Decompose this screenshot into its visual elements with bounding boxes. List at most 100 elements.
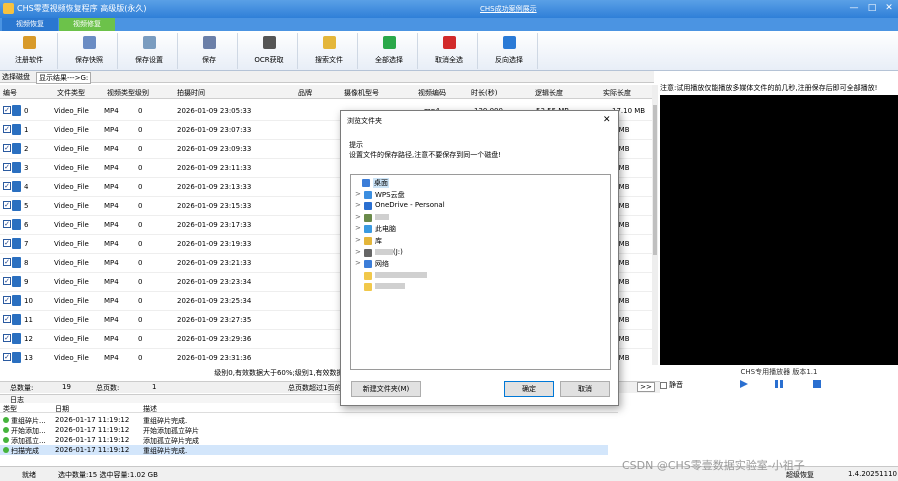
settings-save-icon: [143, 36, 156, 49]
video-file-icon: [12, 276, 21, 287]
next-page-button[interactable]: >>: [637, 382, 655, 392]
row-checkbox[interactable]: ✓: [3, 239, 11, 247]
log-row[interactable]: 开始添加... 2026-01-17 11:19:12 开始添加孤立碎片: [0, 425, 608, 435]
row-checkbox[interactable]: ✓: [3, 353, 11, 361]
cell-time: 2026-01-09 23:17:33: [177, 221, 252, 229]
row-checkbox[interactable]: ✓: [3, 163, 11, 171]
tree-node-label: [375, 282, 405, 290]
log-row[interactable]: 重组碎片... 2026-01-17 11:19:12 重组碎片完成.: [0, 415, 608, 425]
tree-node-label: (J:): [375, 248, 403, 256]
toolbar-button-label: 保存: [202, 56, 216, 64]
toolbar-button-8[interactable]: 反向选择: [480, 33, 538, 69]
info-icon: [3, 447, 9, 453]
tree-node-label: [375, 213, 389, 221]
stop-icon[interactable]: [813, 380, 821, 388]
cancel-button[interactable]: 取消: [560, 381, 610, 397]
cell-ftype: Video_File: [54, 259, 89, 267]
expand-arrow-icon[interactable]: >: [355, 190, 361, 198]
minimize-button[interactable]: —: [846, 1, 862, 15]
close-button[interactable]: ✕: [881, 1, 897, 15]
row-checkbox[interactable]: ✓: [3, 144, 11, 152]
app-icon: [3, 3, 14, 14]
expand-arrow-icon[interactable]: >: [355, 236, 361, 244]
cell-time: 2026-01-09 23:31:36: [177, 354, 252, 362]
play-icon[interactable]: [740, 380, 748, 388]
computer-icon: [364, 225, 372, 234]
tab-video-repair[interactable]: 视频修复: [59, 18, 115, 31]
tab-video-recovery[interactable]: 视频恢复: [2, 18, 58, 31]
cell-level: 0: [138, 240, 143, 248]
video-file-icon: [12, 238, 21, 249]
log-row[interactable]: 扫描完成 2026-01-17 11:19:12 重组碎片完成.: [0, 445, 608, 455]
table-header: 编号 文件类型 视频类型 级别 拍摄时间 品牌 摄像机型号 视频编码 时长(秒) 逻辑长度 实际长度: [0, 85, 654, 99]
toolbar-button-6[interactable]: 全部选择: [360, 33, 418, 69]
scrollbar-thumb[interactable]: [653, 105, 657, 255]
window-title: CHS零壹视频恢复程序 高级版(永久): [17, 4, 147, 13]
row-checkbox[interactable]: ✓: [3, 125, 11, 133]
row-checkbox[interactable]: ✓: [3, 258, 11, 266]
row-checkbox[interactable]: ✓: [3, 220, 11, 228]
toolbar-button-7[interactable]: 取消全选: [420, 33, 478, 69]
toolbar-button-5[interactable]: 搜索文件: [300, 33, 358, 69]
video-file-icon: [12, 219, 21, 230]
cell-vtype: MP4: [104, 164, 119, 172]
mute-checkbox[interactable]: [660, 381, 667, 389]
table-scrollbar[interactable]: [652, 85, 658, 365]
cell-time: 2026-01-09 23:05:33: [177, 107, 252, 115]
cell-time: 2026-01-09 23:07:33: [177, 126, 252, 134]
mute-toggle[interactable]: 静音: [660, 380, 683, 390]
toolbar-button-2[interactable]: 保存设置: [120, 33, 178, 69]
log-row[interactable]: 添加孤立... 2026-01-17 11:19:12 添加孤立碎片完成: [0, 435, 608, 445]
expand-arrow-icon[interactable]: >: [355, 224, 361, 232]
video-player[interactable]: [660, 95, 898, 365]
log-date: 2026-01-17 11:19:12: [55, 426, 130, 434]
page-note: 总页数超过1页的: [288, 384, 342, 392]
player-title: CHS专用播放器 版本1.1: [740, 368, 818, 376]
folder-tree[interactable]: 桌面 > WPS云盘 > OneDrive - Personal > > 此电脑 > 库 > (J:)…: [350, 174, 611, 370]
row-checkbox[interactable]: ✓: [3, 106, 11, 114]
cell-vtype: MP4: [104, 183, 119, 191]
expand-arrow-icon[interactable]: >: [355, 259, 361, 267]
tree-node-label: OneDrive - Personal: [375, 201, 445, 209]
cell-time: 2026-01-09 23:09:33: [177, 145, 252, 153]
ok-button[interactable]: 确定: [504, 381, 554, 397]
toolbar-button-4[interactable]: OCR获取: [240, 33, 298, 69]
maximize-button[interactable]: □: [864, 1, 880, 15]
toolbar-button-1[interactable]: 保存快照: [60, 33, 118, 69]
total-count-label: 总数量:: [10, 384, 34, 392]
cell-ftype: Video_File: [54, 145, 89, 153]
row-checkbox[interactable]: ✓: [3, 334, 11, 342]
toolbar-button-3[interactable]: 保存: [180, 33, 238, 69]
dialog-close-icon[interactable]: ✕: [603, 115, 611, 125]
status-ready: 就绪: [22, 471, 36, 479]
cell-ftype: Video_File: [54, 202, 89, 210]
toolbar-button-0[interactable]: 注册软件: [0, 33, 58, 69]
tree-node-label: WPS云盘: [375, 190, 405, 200]
tree-node-text: WPS云盘: [375, 190, 405, 199]
success-cases-link[interactable]: CHS成功案例展示: [480, 4, 537, 14]
cell-time: 2026-01-09 23:27:35: [177, 316, 252, 324]
expand-arrow-icon[interactable]: >: [355, 201, 361, 209]
result-path-field[interactable]: 显示结果--->G:: [36, 72, 92, 84]
column-header: 实际长度: [603, 89, 631, 97]
desktop-icon: [362, 179, 370, 187]
new-folder-button[interactable]: 新建文件夹(M): [351, 381, 421, 397]
row-checkbox[interactable]: ✓: [3, 277, 11, 285]
log-date: 2026-01-17 11:19:12: [55, 446, 130, 454]
cell-vtype: MP4: [104, 126, 119, 134]
cell-ftype: Video_File: [54, 221, 89, 229]
library-icon: [364, 237, 372, 245]
row-checkbox[interactable]: ✓: [3, 201, 11, 209]
cell-level: 0: [138, 145, 143, 153]
row-checkbox[interactable]: ✓: [3, 315, 11, 323]
pause-icon[interactable]: [775, 380, 783, 388]
dialog-title: 浏览文件夹: [347, 117, 382, 125]
cell-id: 4: [24, 183, 29, 191]
row-checkbox[interactable]: ✓: [3, 296, 11, 304]
cell-level: 0: [138, 183, 143, 191]
key-icon: [23, 36, 36, 49]
row-checkbox[interactable]: ✓: [3, 182, 11, 190]
select-disk-label[interactable]: 选择磁盘: [2, 72, 30, 82]
expand-arrow-icon[interactable]: >: [355, 213, 361, 221]
expand-arrow-icon[interactable]: >: [355, 248, 361, 256]
